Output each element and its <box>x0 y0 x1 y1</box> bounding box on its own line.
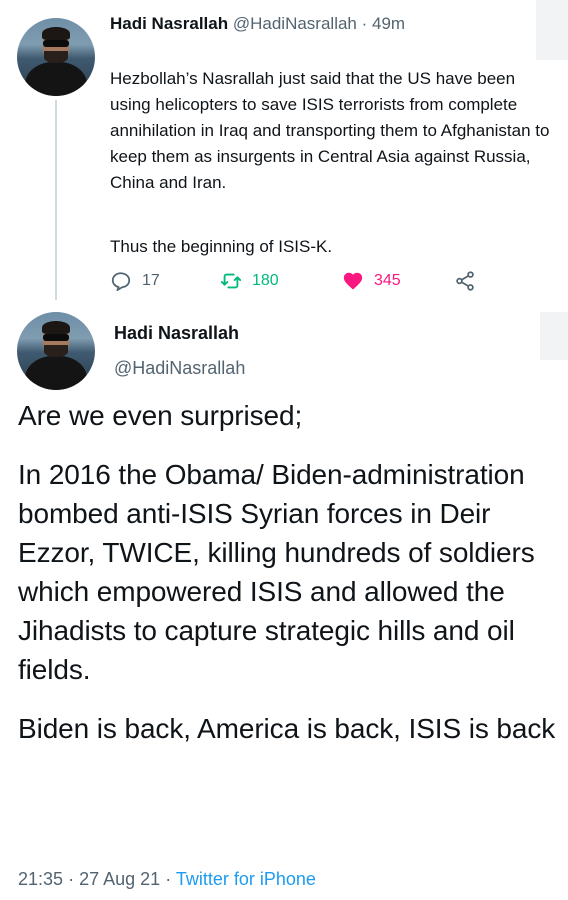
reply-button[interactable]: 17 <box>110 270 160 292</box>
share-icon <box>454 270 476 292</box>
separator: · <box>68 869 75 889</box>
parent-tweet[interactable]: Hadi Nasrallah @HadiNasrallah · 49m Hezb… <box>0 0 568 300</box>
tweet-metadata: 21:35 · 27 Aug 21 · Twitter for iPhone <box>18 866 316 892</box>
background-shade <box>540 312 568 360</box>
share-button[interactable] <box>454 270 476 292</box>
heart-icon <box>342 270 364 292</box>
tweet-time[interactable]: 21:35 <box>18 869 63 889</box>
retweet-count: 180 <box>252 272 279 289</box>
reply-icon <box>110 270 132 292</box>
tweet-text: Are we even surprised; In 2016 the Obama… <box>18 396 558 768</box>
tweet-paragraph: In 2016 the Obama/ Biden-administration … <box>18 459 535 685</box>
tweet-date[interactable]: 27 Aug 21 <box>79 869 160 889</box>
tweet-paragraph: Thus the beginning of ISIS-K. <box>110 237 333 256</box>
retweet-button[interactable]: 180 <box>220 270 279 292</box>
avatar[interactable] <box>17 18 95 96</box>
avatar[interactable] <box>17 312 95 390</box>
tweet-text: Hezbollah’s Nasrallah just said that the… <box>110 40 550 286</box>
tweet-source-link[interactable]: Twitter for iPhone <box>176 869 316 889</box>
action-bar: 17 180 345 <box>110 270 530 300</box>
tweet-header: Hadi Nasrallah @HadiNasrallah · 49m <box>110 12 405 36</box>
like-button[interactable]: 345 <box>342 270 401 292</box>
author-name[interactable]: Hadi Nasrallah <box>110 14 228 33</box>
timestamp[interactable]: 49m <box>372 14 405 33</box>
reply-count: 17 <box>142 272 160 289</box>
tweet-paragraph: Are we even surprised; <box>18 400 303 431</box>
thread-connector <box>55 100 57 300</box>
like-count: 345 <box>374 272 401 289</box>
separator: · <box>165 869 172 889</box>
author-handle[interactable]: @HadiNasrallah <box>233 14 357 33</box>
retweet-icon <box>220 270 242 292</box>
tweet-paragraph: Hezbollah’s Nasrallah just said that the… <box>110 69 550 192</box>
author-name[interactable]: Hadi Nasrallah <box>114 320 239 346</box>
separator: · <box>361 14 368 33</box>
author-handle[interactable]: @HadiNasrallah <box>114 355 245 381</box>
tweet-paragraph: Biden is back, America is back, ISIS is … <box>18 713 556 744</box>
